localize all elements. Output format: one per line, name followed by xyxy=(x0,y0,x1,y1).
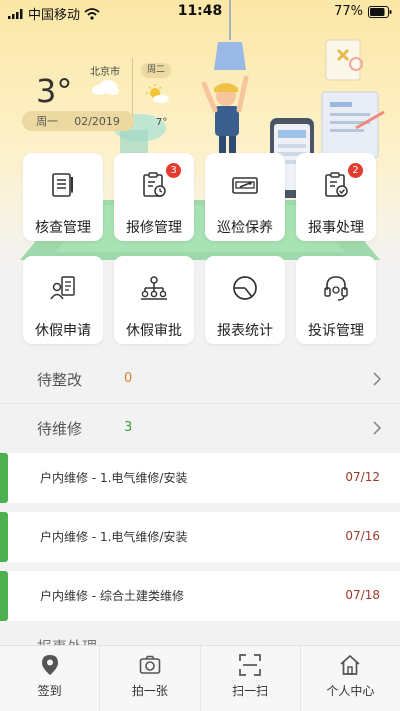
task-status-bar xyxy=(0,453,8,503)
tile-label: 休假审批 xyxy=(126,323,182,339)
tab-take-photo[interactable]: 拍一张 xyxy=(100,646,201,711)
tile-report-statistics[interactable]: 报表统计 xyxy=(205,256,285,344)
chevron-right-icon xyxy=(373,421,382,435)
tile-label: 核查管理 xyxy=(35,220,91,236)
section-label: 待整改 xyxy=(37,371,83,389)
chevron-right-icon xyxy=(373,372,382,386)
task-title: 户内维修 - 1.电气维修/安装 xyxy=(40,530,188,544)
task-row[interactable]: 户内维修 - 综合土建类维修 07/18 xyxy=(0,571,400,621)
task-date: 07/18 xyxy=(345,588,380,602)
clipboard-check-icon xyxy=(325,172,348,197)
task-title: 户内维修 - 综合土建类维修 xyxy=(40,589,184,603)
tab-label: 拍一张 xyxy=(131,684,168,698)
status-bar: 中国移动 11:48 77% xyxy=(0,0,400,24)
checklist-icon xyxy=(52,173,73,197)
clipboard-clock-icon xyxy=(143,172,166,197)
tab-label: 扫一扫 xyxy=(232,684,269,698)
maintenance-icon xyxy=(232,177,258,194)
tile-label: 报事处理 xyxy=(308,220,364,236)
sun-cloud-icon xyxy=(146,84,169,103)
tile-label: 投诉管理 xyxy=(308,323,364,339)
tile-complaint-management[interactable]: 投诉管理 xyxy=(296,256,376,344)
section-pending-rectify[interactable]: 待整改 0 xyxy=(0,355,400,403)
cloud-icon xyxy=(92,80,119,95)
tile-label: 休假申请 xyxy=(35,323,91,339)
notification-badge: 2 xyxy=(348,163,363,178)
tile-inspection-maintenance[interactable]: 巡检保养 xyxy=(205,153,285,241)
tile-repair-management[interactable]: 3 报修管理 xyxy=(114,153,194,241)
tab-personal-center[interactable]: 个人中心 xyxy=(301,646,400,711)
home-icon xyxy=(340,654,360,675)
tile-label: 巡检保养 xyxy=(217,220,273,236)
tab-scan[interactable]: 扫一扫 xyxy=(201,646,301,711)
location-pin-icon xyxy=(41,655,58,675)
task-status-bar xyxy=(0,571,8,621)
section-label: 待维修 xyxy=(37,420,83,438)
section-pending-repair[interactable]: 待维修 3 xyxy=(0,403,400,451)
battery-percent: 77% xyxy=(334,4,363,19)
section-count: 0 xyxy=(124,371,133,386)
tile-verification-management[interactable]: 核查管理 xyxy=(23,153,103,241)
tile-leave-request[interactable]: 休假申请 xyxy=(23,256,103,344)
tile-incident-handling[interactable]: 2 报事处理 xyxy=(296,153,376,241)
tile-leave-approval[interactable]: 休假审批 xyxy=(114,256,194,344)
task-date: 07/12 xyxy=(345,470,380,484)
tab-label: 个人中心 xyxy=(326,684,375,698)
section-count: 3 xyxy=(124,420,133,435)
org-chart-icon xyxy=(141,276,167,300)
notification-badge: 3 xyxy=(166,163,181,178)
current-temperature: 3° xyxy=(36,72,73,110)
tile-label: 报修管理 xyxy=(126,220,182,236)
task-status-bar xyxy=(0,512,8,562)
next-day-temperature: 7° xyxy=(156,117,168,128)
camera-icon xyxy=(139,655,161,674)
date-pill: 周一 02/2019 xyxy=(22,111,134,131)
leave-request-icon xyxy=(50,276,75,300)
scan-icon xyxy=(239,654,261,676)
city-name: 北京市 xyxy=(90,67,120,78)
tile-label: 报表统计 xyxy=(217,323,273,339)
task-title: 户内维修 - 1.电气维修/安装 xyxy=(40,471,188,485)
battery-info: 77% xyxy=(334,4,392,19)
task-row[interactable]: 户内维修 - 1.电气维修/安装 07/16 xyxy=(0,512,400,562)
date: 02/2019 xyxy=(74,114,120,128)
headset-icon xyxy=(324,276,348,301)
bottom-tab-bar: 签到 拍一张 扫一扫 个人中心 xyxy=(0,645,400,711)
weekday: 周一 xyxy=(36,115,59,128)
tab-check-in[interactable]: 签到 xyxy=(0,646,101,711)
task-date: 07/16 xyxy=(345,529,380,543)
tab-label: 签到 xyxy=(37,684,62,698)
next-day-pill: 周二 xyxy=(141,63,171,78)
task-row[interactable]: 户内维修 - 1.电气维修/安装 07/12 xyxy=(0,453,400,503)
pie-chart-icon xyxy=(233,276,257,300)
battery-icon xyxy=(368,5,392,18)
